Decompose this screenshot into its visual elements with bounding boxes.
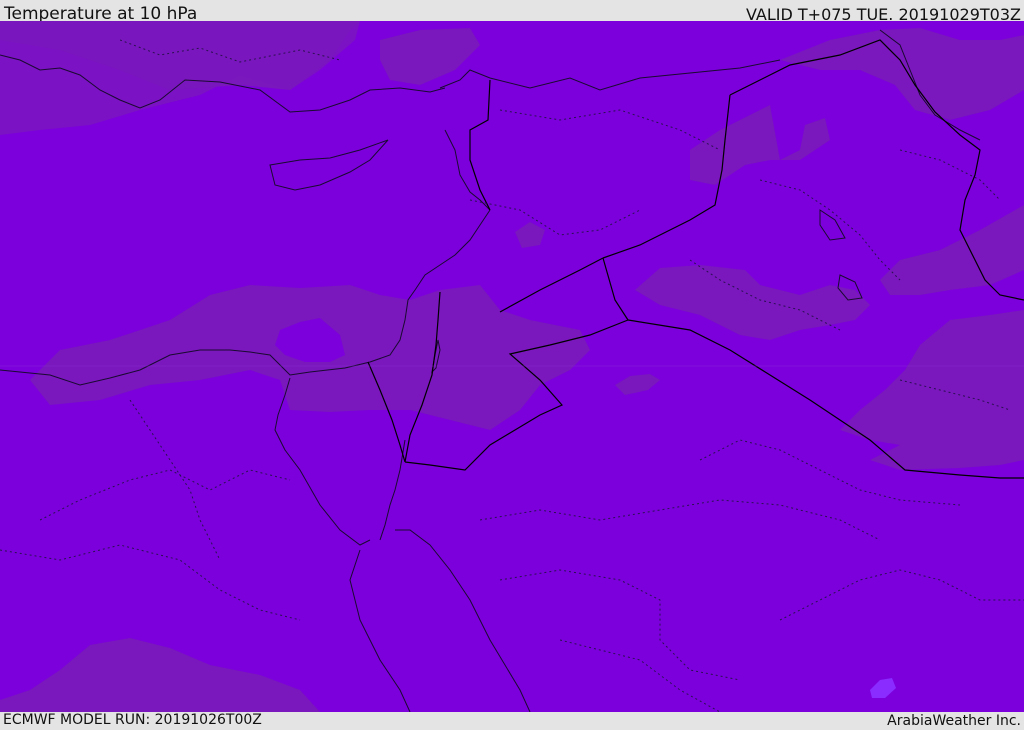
model-run-label: ECMWF MODEL RUN: 20191026T00Z (3, 712, 262, 728)
header-bar: Temperature at 10 hPa VALID T+075 TUE. 2… (0, 0, 1024, 24)
credit-label: ArabiaWeather Inc. (887, 713, 1021, 729)
footer-bar: ECMWF MODEL RUN: 20191026T00Z ArabiaWeat… (0, 712, 1024, 729)
weather-map[interactable] (0, 21, 1024, 712)
